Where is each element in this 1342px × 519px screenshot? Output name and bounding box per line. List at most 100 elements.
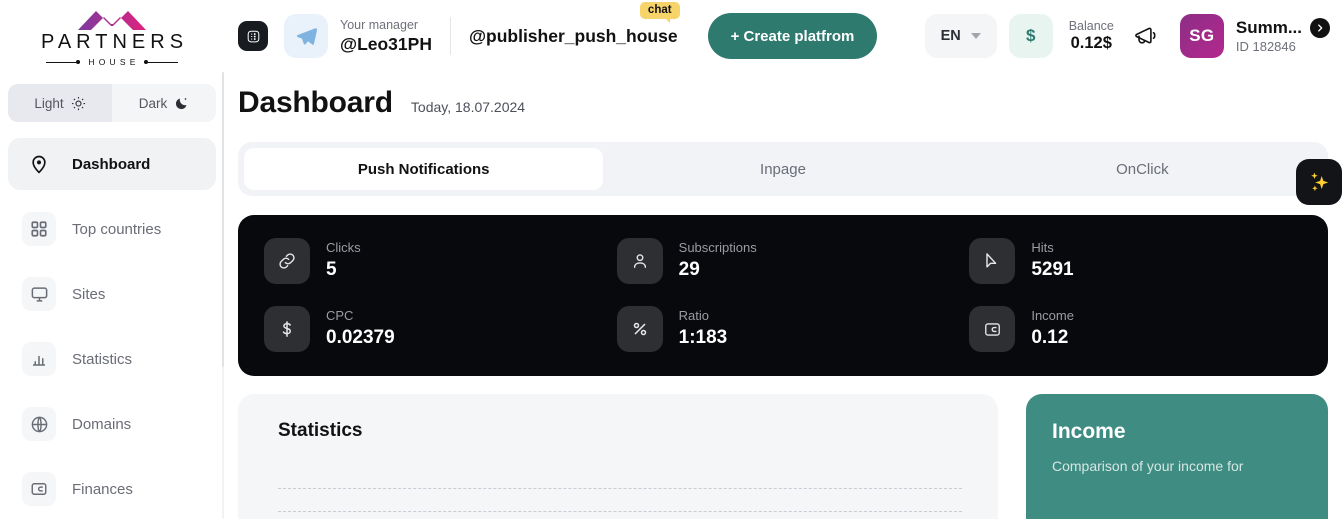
sun-icon bbox=[71, 96, 85, 110]
balance-block[interactable]: Balance 0.12$ bbox=[1069, 19, 1114, 53]
statistics-card-title: Statistics bbox=[278, 420, 363, 441]
link-icon bbox=[264, 238, 310, 284]
tabs-container: Push Notifications Inpage OnClick bbox=[238, 142, 1342, 205]
metrics-panel: Clicks 5 Subscriptions 29 Hits 5291 CPC … bbox=[238, 215, 1328, 376]
brand-logo[interactable]: PARTNERS HOUSE bbox=[0, 0, 224, 72]
megaphone-icon[interactable] bbox=[1132, 23, 1162, 49]
tab-push-notifications[interactable]: Push Notifications bbox=[244, 148, 604, 190]
main-content: Your manager @Leo31PH chat @publisher_pu… bbox=[224, 0, 1342, 519]
page-title-row: Dashboard Today, 18.07.2024 bbox=[238, 72, 1328, 120]
sparkles-glyph bbox=[1311, 172, 1329, 192]
manager-handle: @Leo31PH bbox=[340, 33, 432, 54]
metric-ratio: Ratio 1:183 bbox=[616, 306, 950, 352]
tab-inpage[interactable]: Inpage bbox=[603, 148, 962, 190]
cursor-icon bbox=[969, 238, 1016, 284]
user-icon bbox=[616, 238, 663, 284]
sidebar: PARTNERS HOUSE Light Dark Dashboard Top … bbox=[0, 0, 224, 519]
sidebar-item-finances[interactable]: Finances bbox=[8, 463, 216, 515]
chart-gridline bbox=[278, 511, 962, 512]
balance-value: 0.12$ bbox=[1070, 34, 1112, 53]
metric-label: Subscriptions bbox=[678, 239, 757, 255]
create-platform-button[interactable]: + Create platfrom bbox=[707, 13, 878, 59]
telegram-icon[interactable] bbox=[284, 14, 328, 58]
page-title: Dashboard bbox=[238, 86, 393, 119]
grid-squares-icon bbox=[22, 212, 56, 246]
bar-chart-icon bbox=[22, 342, 56, 376]
theme-option-dark[interactable]: Dark bbox=[112, 84, 216, 122]
metric-hits: Hits 5291 bbox=[969, 238, 1302, 284]
sparkles-icon[interactable] bbox=[1296, 159, 1342, 205]
theme-light-label: Light bbox=[34, 95, 64, 111]
bottom-section: Statistics Income Comparison of your inc… bbox=[238, 394, 1328, 519]
statistics-chart-grid bbox=[278, 466, 962, 519]
mountain-logo-icon bbox=[78, 11, 146, 30]
sidebar-item-label: Top countries bbox=[72, 220, 162, 238]
top-header: Your manager @Leo31PH chat @publisher_pu… bbox=[224, 0, 1342, 72]
user-block[interactable]: Summ... ID 182846 bbox=[1236, 18, 1330, 55]
tab-onclick[interactable]: OnClick bbox=[963, 148, 1322, 190]
metric-label: Ratio bbox=[678, 307, 710, 323]
avatar[interactable]: SG bbox=[1179, 14, 1224, 58]
sidebar-item-label: Dashboard bbox=[72, 155, 151, 173]
manager-label: Your manager bbox=[340, 18, 419, 33]
paper-plane-icon bbox=[296, 27, 317, 45]
user-name: Summ... bbox=[1235, 17, 1302, 37]
sidebar-item-sites[interactable]: Sites bbox=[8, 268, 216, 320]
sidebar-item-label: Statistics bbox=[72, 350, 133, 368]
location-pin-icon bbox=[22, 147, 56, 181]
metric-value: 1:183 bbox=[678, 327, 728, 349]
tabs: Push Notifications Inpage OnClick bbox=[238, 142, 1328, 196]
logo-rule-right bbox=[143, 60, 178, 64]
wallet-icon bbox=[22, 472, 56, 506]
sidebar-item-top-countries[interactable]: Top countries bbox=[8, 203, 216, 255]
theme-dark-label: Dark bbox=[138, 95, 168, 111]
sidebar-item-statistics[interactable]: Statistics bbox=[8, 333, 216, 385]
income-card-title: Income bbox=[1052, 420, 1126, 443]
brand-subname: HOUSE bbox=[88, 57, 140, 67]
metric-label: Hits bbox=[1031, 239, 1054, 255]
globe-icon bbox=[22, 407, 56, 441]
metric-value: 29 bbox=[678, 259, 700, 281]
income-card: Income Comparison of your income for bbox=[1026, 394, 1328, 519]
chevron-down-icon bbox=[970, 33, 981, 39]
theme-toggle[interactable]: Light Dark bbox=[8, 84, 216, 122]
sidebar-item-label: Sites bbox=[72, 285, 106, 303]
sidebar-item-domains[interactable]: Domains bbox=[8, 398, 216, 450]
percent-icon bbox=[616, 306, 663, 352]
sidebar-item-dashboard[interactable]: Dashboard bbox=[8, 138, 216, 190]
metric-label: CPC bbox=[326, 307, 354, 323]
manager-block[interactable]: Your manager @Leo31PH bbox=[340, 18, 432, 54]
monitor-icon bbox=[22, 277, 56, 311]
sidebar-item-label: Domains bbox=[72, 415, 132, 433]
wallet-icon bbox=[969, 306, 1016, 352]
app-root: PARTNERS HOUSE Light Dark Dashboard Top … bbox=[0, 0, 1342, 519]
publisher-handle: @publisher_push_house bbox=[468, 25, 678, 46]
metric-value: 5291 bbox=[1031, 259, 1074, 281]
metric-subscriptions: Subscriptions 29 bbox=[616, 238, 950, 284]
sidebar-collapse-icon[interactable] bbox=[238, 21, 268, 51]
header-divider bbox=[449, 17, 451, 55]
metric-income: Income 0.12 bbox=[969, 306, 1302, 352]
moon-icon bbox=[176, 97, 188, 109]
currency-button[interactable]: $ bbox=[1008, 14, 1053, 58]
chevron-right-icon[interactable] bbox=[1310, 17, 1330, 38]
metric-cpc: CPC 0.02379 bbox=[264, 306, 597, 352]
chat-badge[interactable]: chat bbox=[639, 1, 680, 23]
sidebar-nav: Dashboard Top countries Sites Statistics… bbox=[0, 138, 224, 515]
sidebar-item-label: Finances bbox=[72, 480, 133, 498]
language-value: EN bbox=[940, 28, 961, 44]
language-selector[interactable]: EN bbox=[924, 14, 997, 58]
brand-name: PARTNERS bbox=[40, 31, 189, 53]
metric-value: 0.12 bbox=[1031, 327, 1069, 349]
statistics-card: Statistics bbox=[238, 394, 998, 519]
dollar-icon bbox=[264, 306, 310, 352]
metric-value: 5 bbox=[326, 259, 337, 281]
theme-option-light[interactable]: Light bbox=[8, 84, 112, 122]
income-card-subtitle: Comparison of your income for bbox=[1052, 458, 1244, 474]
user-id: ID 182846 bbox=[1235, 38, 1296, 54]
balance-label: Balance bbox=[1068, 18, 1114, 33]
metric-label: Income bbox=[1031, 307, 1074, 323]
metric-value: 0.02379 bbox=[326, 327, 395, 349]
publisher-block[interactable]: chat @publisher_push_house bbox=[468, 1, 680, 47]
metric-clicks: Clicks 5 bbox=[264, 238, 597, 284]
